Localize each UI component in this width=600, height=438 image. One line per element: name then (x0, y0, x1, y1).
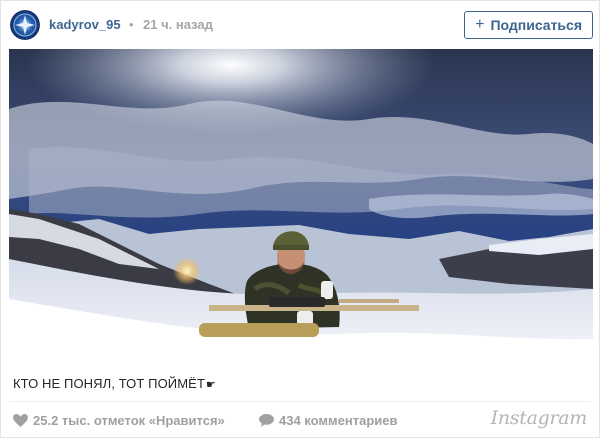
pointing-hand-icon: ☛ (205, 379, 216, 391)
comments-count[interactable]: 434 комментариев (259, 413, 397, 428)
footer-divider (9, 401, 591, 402)
follow-button[interactable]: + Подписаться (464, 11, 593, 39)
avatar[interactable] (10, 10, 40, 40)
heart-icon (13, 414, 28, 427)
post-caption: КТО НЕ ПОНЯЛ, ТОТ ПОЙМЁТ☛ (13, 376, 216, 391)
post-photo[interactable] (9, 49, 593, 367)
likes-text: 25.2 тыс. отметок «Нравится» (33, 413, 225, 428)
comments-text: 434 комментариев (279, 413, 398, 428)
separator-dot: • (129, 17, 134, 32)
speech-bubble-icon (259, 414, 274, 427)
post-header: kadyrov_95 • 21 ч. назад + Подписаться (1, 1, 600, 49)
follow-button-label: Подписаться (490, 17, 582, 33)
plus-icon: + (475, 16, 485, 33)
post-timestamp[interactable]: 21 ч. назад (143, 17, 213, 32)
avatar-emblem-icon (10, 10, 40, 40)
instagram-logo[interactable]: Instagram (491, 407, 588, 429)
likes-count[interactable]: 25.2 тыс. отметок «Нравится» (13, 413, 225, 428)
caption-text: КТО НЕ ПОНЯЛ, ТОТ ПОЙМЁТ (13, 376, 205, 391)
photo-illustration (9, 49, 593, 367)
post-card: kadyrov_95 • 21 ч. назад + Подписаться К… (0, 0, 600, 438)
username-link[interactable]: kadyrov_95 (49, 17, 121, 32)
